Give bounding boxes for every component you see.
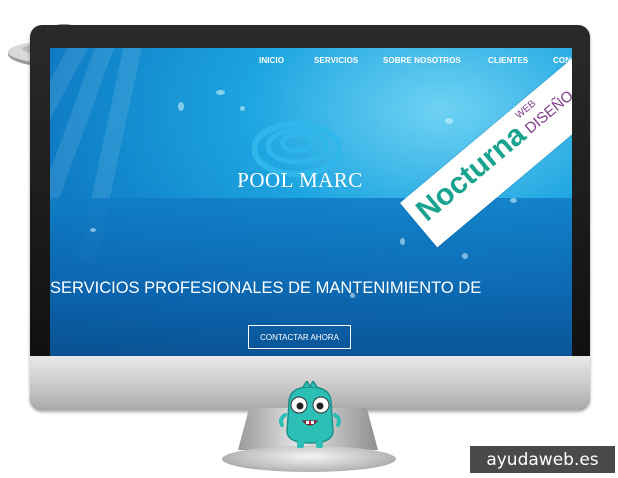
monitor-stand-base [222, 446, 396, 472]
hero-headline: SERVICIOS PROFESIONALES DE MANTENIMIENTO… [50, 279, 482, 297]
monster-mascot-icon [279, 381, 341, 448]
website-screen: INICIO SERVICIOS SOBRE NOSOTROS CLIENTES… [50, 48, 572, 356]
site-watermark: ayudaweb.es [470, 446, 615, 473]
monitor-frame: INICIO SERVICIOS SOBRE NOSOTROS CLIENTES… [30, 25, 590, 410]
brand-name: POOL MARC [237, 168, 363, 192]
contact-now-button[interactable]: CONTACTAR AHORA [248, 325, 351, 349]
nav-item-sobre-nosotros[interactable]: SOBRE NOSOTROS [383, 56, 461, 65]
top-navigation: INICIO SERVICIOS SOBRE NOSOTROS CLIENTES… [50, 48, 572, 76]
nav-item-servicios[interactable]: SERVICIOS [314, 56, 358, 65]
nav-item-clientes[interactable]: CLIENTES [488, 56, 528, 65]
nav-item-inicio[interactable]: INICIO [259, 56, 284, 65]
